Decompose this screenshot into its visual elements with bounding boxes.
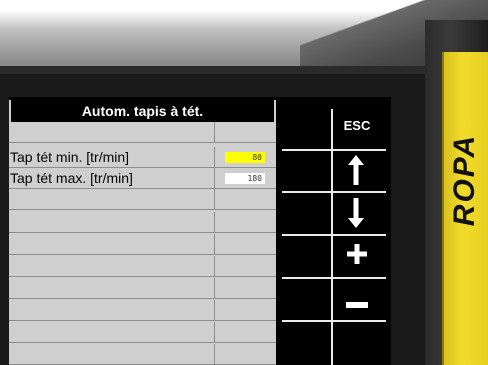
column-divider xyxy=(214,322,215,343)
esc-button[interactable]: ESC xyxy=(333,113,381,137)
down-button[interactable] xyxy=(346,197,366,234)
setting-label: Tap tét max. [tr/min] xyxy=(10,170,133,186)
column-divider xyxy=(214,300,215,321)
softkey-divider xyxy=(282,277,386,279)
setting-value-input[interactable]: 80 xyxy=(225,152,265,163)
minus-icon xyxy=(346,302,368,308)
table-row xyxy=(9,300,276,321)
column-divider xyxy=(214,212,215,233)
plus-icon xyxy=(347,244,367,264)
column-divider xyxy=(214,256,215,277)
settings-panel: Autom. tapis à tét. Tap tét min. [tr/min… xyxy=(9,100,276,365)
arrow-up-icon xyxy=(348,155,364,185)
setting-row-min[interactable]: Tap tét min. [tr/min] 80 xyxy=(9,147,276,168)
softkey-divider xyxy=(331,109,333,365)
column-divider xyxy=(214,168,215,189)
minus-button[interactable] xyxy=(346,295,368,313)
table-row xyxy=(9,344,276,365)
table-row xyxy=(9,189,276,210)
column-divider xyxy=(214,278,215,299)
softkey-divider xyxy=(282,191,386,193)
plus-button[interactable] xyxy=(346,243,368,270)
table-row xyxy=(9,212,276,233)
arrow-down-icon xyxy=(348,198,364,228)
table-row xyxy=(9,322,276,343)
table-row xyxy=(9,278,276,299)
up-button[interactable] xyxy=(346,154,366,191)
table-row xyxy=(9,234,276,255)
softkey-divider xyxy=(282,149,386,151)
table-row xyxy=(9,256,276,277)
column-divider xyxy=(214,234,215,255)
brand-logo-text: ROPA xyxy=(448,133,482,227)
softkey-area: ESC xyxy=(276,97,386,365)
column-divider xyxy=(214,122,215,143)
brand-logo: ROPA xyxy=(442,60,488,300)
column-divider xyxy=(214,147,215,168)
setting-label: Tap tét min. [tr/min] xyxy=(10,149,130,165)
table-row xyxy=(9,122,276,143)
panel-title: Autom. tapis à tét. xyxy=(11,100,274,122)
softkey-divider xyxy=(282,320,386,322)
setting-value-input[interactable]: 180 xyxy=(225,173,265,184)
column-divider xyxy=(214,189,215,210)
setting-row-max[interactable]: Tap tét max. [tr/min] 180 xyxy=(9,168,276,189)
column-divider xyxy=(214,344,215,365)
softkey-divider xyxy=(282,234,386,236)
